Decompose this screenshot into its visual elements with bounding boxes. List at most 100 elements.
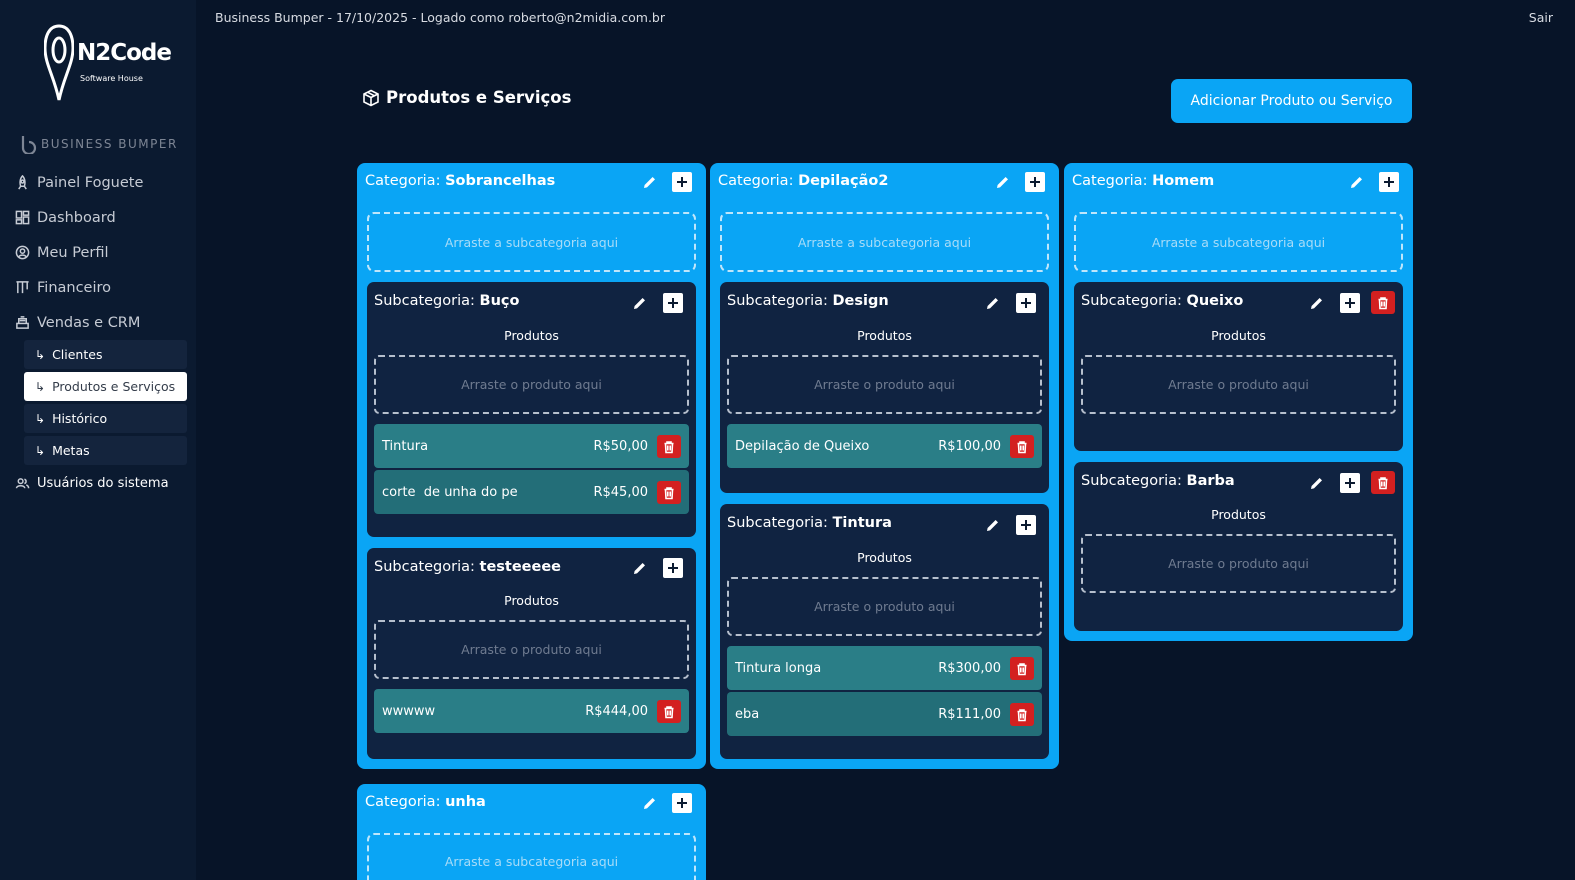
delete-product-button[interactable] <box>657 481 681 504</box>
add-subcategory-button[interactable] <box>672 172 692 192</box>
user-circle-icon <box>14 244 31 261</box>
pencil-icon <box>644 177 655 188</box>
sidebar-item-vendas-crm[interactable]: Vendas e CRM <box>14 305 189 340</box>
product-price: R$50,00 <box>593 438 648 454</box>
box-icon <box>363 89 379 106</box>
product-dropzone[interactable]: Arraste o produto aqui <box>1081 355 1396 414</box>
pencil-icon <box>634 563 645 574</box>
add-product-to-subcategory-button[interactable] <box>1340 473 1360 493</box>
submenu-item-produtos-servicos[interactable]: ↳ Produtos e Serviços <box>24 372 187 401</box>
product-name: corte de unha do pe <box>382 484 518 500</box>
product-dropzone[interactable]: Arraste o produto aqui <box>374 620 689 679</box>
subcategory-title: Subcategoria: Queixo <box>1081 293 1244 309</box>
subcategory-card-tintura: Subcategoria: Tintura Produtos Arraste o… <box>720 504 1049 759</box>
add-product-to-subcategory-button[interactable] <box>663 558 683 578</box>
trash-icon <box>1378 476 1388 489</box>
plus-icon <box>1021 520 1031 530</box>
submenu-item-historico[interactable]: ↳ Histórico <box>24 404 187 433</box>
subcategory-title: Subcategoria: Design <box>727 293 889 309</box>
subcategory-title: Subcategoria: Barba <box>1081 473 1235 489</box>
products-label: Produtos <box>504 328 559 343</box>
delete-subcategory-button[interactable] <box>1371 291 1395 314</box>
finance-columns-icon <box>14 279 31 296</box>
product-item[interactable]: Tintura longa R$300,00 <box>727 646 1042 690</box>
n2code-logo[interactable]: N2Code Software House <box>44 22 172 104</box>
arrow-return-icon: ↳ <box>35 347 46 362</box>
sidebar-item-painel-foguete[interactable]: Painel Foguete <box>14 165 189 200</box>
delete-subcategory-button[interactable] <box>1371 471 1395 494</box>
pencil-icon <box>987 520 998 531</box>
product-item[interactable]: corte de unha do pe R$45,00 <box>374 470 689 514</box>
subcategory-dropzone[interactable]: Arraste a subcategoria aqui <box>367 833 696 880</box>
sidebar-item-label: Dashboard <box>37 209 116 226</box>
product-item[interactable]: Tintura R$50,00 <box>374 424 689 468</box>
category-title: Categoria: Homem <box>1072 173 1215 189</box>
delete-product-button[interactable] <box>1010 657 1034 680</box>
edit-subcategory-button[interactable] <box>983 293 1003 313</box>
product-item[interactable]: eba R$111,00 <box>727 692 1042 736</box>
product-dropzone[interactable]: Arraste o produto aqui <box>374 355 689 414</box>
sidebar: N2Code Software House BUSINESS BUMPER Pa… <box>0 0 196 880</box>
logo-name: N2Code <box>77 40 172 66</box>
edit-category-button[interactable] <box>640 793 660 813</box>
add-subcategory-button[interactable] <box>1025 172 1045 192</box>
products-label: Produtos <box>504 593 559 608</box>
sidebar-item-financeiro[interactable]: Financeiro <box>14 270 189 305</box>
plus-icon <box>668 298 678 308</box>
subcategory-card-barba: Subcategoria: Barba Produtos Arraste o p… <box>1074 462 1403 631</box>
users-icon <box>14 475 31 492</box>
product-dropzone[interactable]: Arraste o produto aqui <box>1081 534 1396 593</box>
session-info: Business Bumper - 17/10/2025 - Logado co… <box>215 10 665 25</box>
product-item[interactable]: Depilação de Queixo R$100,00 <box>727 424 1042 468</box>
submenu-item-metas[interactable]: ↳ Metas <box>24 436 187 465</box>
submenu-label: Histórico <box>52 411 108 426</box>
submenu-label: Clientes <box>52 347 103 362</box>
edit-category-button[interactable] <box>993 172 1013 192</box>
category-card-depilacao2: Categoria: Depilação2 Arraste a subcateg… <box>710 163 1059 769</box>
subcategory-card-testeeeee: Subcategoria: testeeeee Produtos Arraste… <box>367 548 696 759</box>
cash-register-icon <box>14 314 31 331</box>
delete-product-button[interactable] <box>657 435 681 458</box>
edit-subcategory-button[interactable] <box>1307 473 1327 493</box>
product-item[interactable]: wwwww R$444,00 <box>374 689 689 733</box>
product-name: wwwww <box>382 703 436 719</box>
vendas-submenu: ↳ Clientes ↳ Produtos e Serviços ↳ Históric… <box>24 340 187 465</box>
delete-product-button[interactable] <box>1010 435 1034 458</box>
sidebar-item-meu-perfil[interactable]: Meu Perfil <box>14 235 189 270</box>
product-dropzone[interactable]: Arraste o produto aqui <box>727 355 1042 414</box>
subcategory-card-queixo: Subcategoria: Queixo Produtos Arraste o … <box>1074 282 1403 451</box>
add-product-to-subcategory-button[interactable] <box>1016 293 1036 313</box>
edit-subcategory-button[interactable] <box>630 293 650 313</box>
add-product-to-subcategory-button[interactable] <box>1016 515 1036 535</box>
sidebar-item-usuarios[interactable]: Usuários do sistema <box>14 468 189 498</box>
submenu-item-clientes[interactable]: ↳ Clientes <box>24 340 187 369</box>
add-product-to-subcategory-button[interactable] <box>663 293 683 313</box>
edit-subcategory-button[interactable] <box>630 558 650 578</box>
subcategory-dropzone[interactable]: Arraste a subcategoria aqui <box>367 212 696 272</box>
add-product-to-subcategory-button[interactable] <box>1340 293 1360 313</box>
delete-product-button[interactable] <box>1010 703 1034 726</box>
logout-link[interactable]: Sair <box>1529 10 1553 25</box>
subcategory-title: Subcategoria: testeeeee <box>374 559 562 575</box>
edit-category-button[interactable] <box>640 172 660 192</box>
add-subcategory-button[interactable] <box>1379 172 1399 192</box>
sidebar-item-dashboard[interactable]: Dashboard <box>14 200 189 235</box>
category-title: Categoria: unha <box>365 794 486 810</box>
delete-product-button[interactable] <box>657 700 681 723</box>
business-bumper-logo-icon <box>21 136 37 154</box>
subcategory-dropzone[interactable]: Arraste a subcategoria aqui <box>720 212 1049 272</box>
add-subcategory-button[interactable] <box>672 793 692 813</box>
subcategory-title: Subcategoria: Buço <box>374 293 520 309</box>
sidebar-item-label: Vendas e CRM <box>37 314 141 331</box>
add-product-button[interactable]: Adicionar Produto ou Serviço <box>1171 79 1412 123</box>
product-price: R$45,00 <box>593 484 648 500</box>
edit-subcategory-button[interactable] <box>1307 293 1327 313</box>
edit-category-button[interactable] <box>1347 172 1367 192</box>
edit-subcategory-button[interactable] <box>983 515 1003 535</box>
trash-icon <box>664 440 674 453</box>
subcategory-title: Subcategoria: Tintura <box>727 515 892 531</box>
sidebar-nav: Painel Foguete Dashboard Meu Perfil Fina… <box>14 165 189 498</box>
subcategory-dropzone[interactable]: Arraste a subcategoria aqui <box>1074 212 1403 272</box>
product-dropzone[interactable]: Arraste o produto aqui <box>727 577 1042 636</box>
page-title: Produtos e Serviços <box>362 88 571 107</box>
